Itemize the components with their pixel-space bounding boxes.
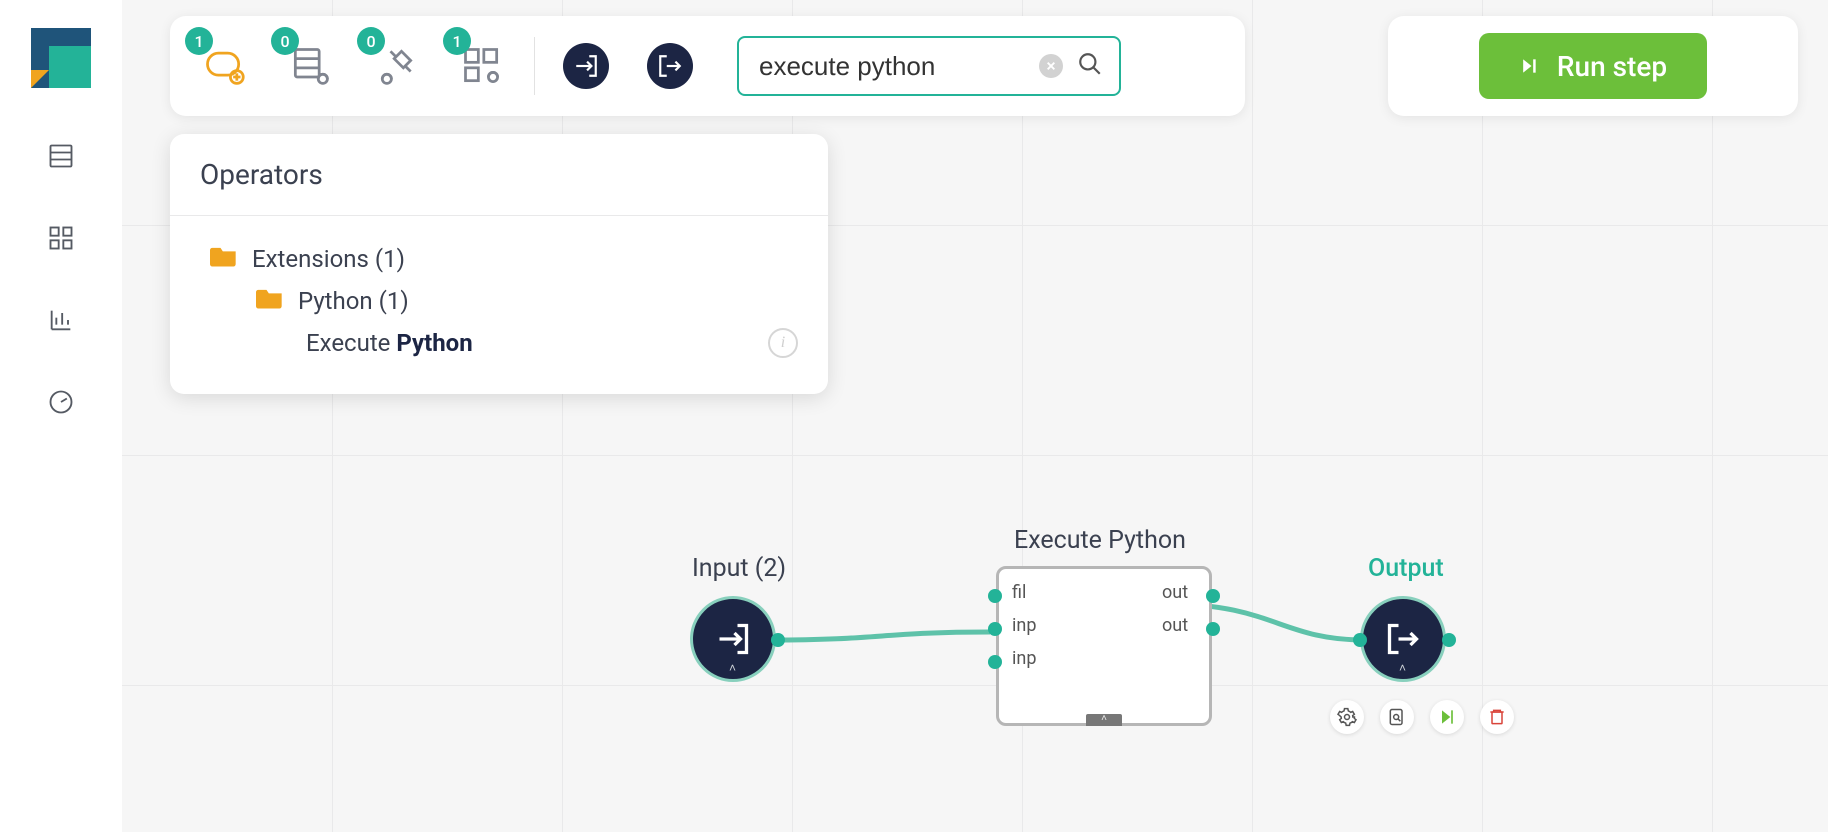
toolbar-plugin-button[interactable]: 0 (372, 42, 420, 90)
nav-data-icon[interactable] (47, 142, 75, 170)
operators-title: Operators (170, 134, 828, 216)
connection-wires (122, 0, 1828, 832)
sidenav (0, 0, 122, 832)
tree-leaf-prefix: Execute (306, 329, 396, 357)
nav-gauge-icon[interactable] (47, 388, 75, 416)
port-output-in[interactable] (1353, 633, 1367, 647)
port-input-out[interactable] (771, 633, 785, 647)
folder-icon (210, 244, 238, 274)
tree-row-execute-python[interactable]: Execute Python i (200, 322, 798, 364)
toolbar-loop-button[interactable]: 1 (200, 42, 248, 90)
tree-row-python[interactable]: Python (1) (200, 280, 798, 322)
nav-chart-icon[interactable] (47, 306, 75, 334)
toolbar-plugin-badge: 0 (357, 27, 385, 55)
toolbar-loop-badge: 1 (185, 27, 213, 55)
port-exec-fil[interactable] (988, 589, 1002, 603)
node-run-button[interactable] (1430, 700, 1464, 734)
canvas-node-label-input: Input (2) (692, 554, 786, 583)
toolbar: 1 0 0 1 (170, 16, 1245, 116)
workflow-canvas[interactable]: Input (2) Execute Python Output ˄ ˄ fil … (122, 0, 1828, 832)
canvas-node-label-exec: Execute Python (1014, 526, 1186, 555)
tree-leaf-match: Python (396, 329, 472, 357)
port-output-out[interactable] (1442, 633, 1456, 647)
toolbar-db-badge: 0 (271, 27, 299, 55)
node-settings-button[interactable] (1330, 700, 1364, 734)
node-toolbar (1330, 700, 1514, 734)
tree-row-extensions[interactable]: Extensions (1) (200, 238, 798, 280)
operators-tree: Extensions (1) Python (1) Execute Python… (170, 216, 828, 394)
tree-label: Python (1) (298, 287, 409, 315)
toolbar-divider (534, 37, 535, 95)
search-box[interactable] (737, 36, 1121, 96)
toolbar-import-button[interactable] (563, 43, 609, 89)
port-label: fil (1012, 582, 1026, 603)
port-exec-inp1[interactable] (988, 622, 1002, 636)
run-step-button[interactable]: Run step (1479, 33, 1707, 99)
folder-icon (256, 286, 284, 316)
toolbar-grid-badge: 1 (443, 27, 471, 55)
canvas-node-label-output: Output (1368, 554, 1444, 583)
search-input[interactable] (759, 51, 1025, 82)
toolbar-db-button[interactable]: 0 (286, 42, 334, 90)
toolbar-grid-button[interactable]: 1 (458, 42, 506, 90)
port-label: inp (1012, 615, 1036, 636)
port-exec-out0[interactable] (1206, 589, 1220, 603)
operators-panel: Operators Extensions (1) Python (1) Exec… (170, 134, 828, 394)
toolbar-export-button[interactable] (647, 43, 693, 89)
nav-apps-icon[interactable] (47, 224, 75, 252)
info-icon[interactable]: i (768, 328, 798, 358)
port-label: out (1162, 615, 1188, 636)
port-label: out (1162, 582, 1188, 603)
port-exec-out1[interactable] (1206, 622, 1220, 636)
run-card: Run step (1388, 16, 1798, 116)
app-logo (31, 28, 91, 88)
search-clear-button[interactable] (1039, 54, 1063, 78)
search-icon (1077, 51, 1103, 81)
run-step-label: Run step (1557, 50, 1667, 83)
node-delete-button[interactable] (1480, 700, 1514, 734)
port-label: inp (1012, 648, 1036, 669)
node-output[interactable]: ˄ (1360, 596, 1446, 682)
node-input[interactable]: ˄ (690, 596, 776, 682)
port-exec-inp2[interactable] (988, 655, 1002, 669)
node-inspect-button[interactable] (1380, 700, 1414, 734)
tree-label: Extensions (1) (252, 245, 405, 273)
